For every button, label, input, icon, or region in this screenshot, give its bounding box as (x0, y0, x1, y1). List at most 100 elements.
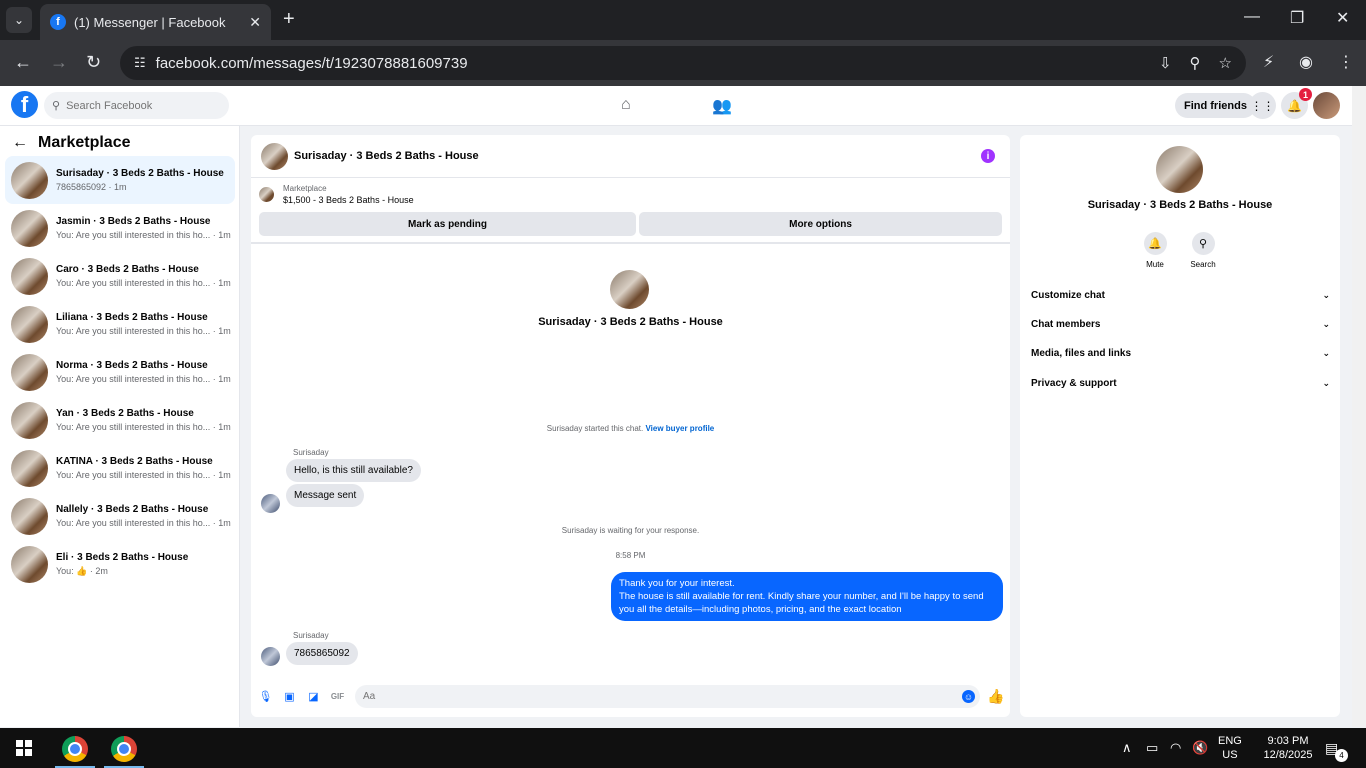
message-input[interactable] (355, 685, 980, 708)
conversation-item[interactable]: KATINA · 3 Beds 2 Baths - House You: Are … (5, 444, 235, 492)
avatar (11, 449, 48, 487)
install-app-icon[interactable]: ⇩ (1159, 54, 1172, 72)
friends-icon[interactable]: 👥 (712, 96, 732, 116)
message-bubble[interactable]: Hello, is this still available? (286, 459, 421, 482)
battery-icon[interactable]: ▭ (1146, 740, 1158, 756)
chrome-profile-app-icon[interactable] (111, 736, 137, 762)
conversation-name: Jasmin · 3 Beds 2 Baths - House (56, 216, 211, 227)
system-clock[interactable]: 9:03 PM 12/8/2025 (1258, 734, 1318, 762)
conversation-preview: You: Are you still interested in this ho… (56, 470, 231, 480)
avatar[interactable] (1156, 146, 1203, 193)
search-in-chat-button[interactable]: ⚲ Search (1183, 232, 1223, 269)
url-text[interactable]: facebook.com/messages/t/1923078881609739 (156, 55, 468, 72)
conversation-item[interactable]: Nallely · 3 Beds 2 Baths - House You: Are… (5, 492, 235, 540)
facebook-search-input[interactable] (66, 99, 217, 112)
section-label: Chat members (1031, 319, 1101, 330)
gif-icon[interactable]: GIF (331, 690, 344, 703)
back-icon[interactable]: ← (14, 52, 32, 73)
chat-title[interactable]: Surisaday · 3 Beds 2 Baths - House (294, 150, 479, 162)
sticker-icon[interactable]: ◪ (307, 690, 320, 703)
conversation-item[interactable]: Liliana · 3 Beds 2 Baths - House You: Are… (5, 300, 235, 348)
back-arrow-icon[interactable]: ← (12, 134, 28, 152)
search-icon: ⚲ (1191, 232, 1215, 255)
conversation-item[interactable]: Eli · 3 Beds 2 Baths - House You: 👍 · 2m (5, 540, 235, 588)
conversation-preview: You: Are you still interested in this ho… (56, 230, 231, 240)
avatar[interactable] (261, 494, 280, 513)
mute-button[interactable]: 🔔 Mute (1135, 232, 1175, 269)
tab-search-dropdown[interactable]: ⌄ (6, 7, 32, 33)
windows-start-icon[interactable] (16, 740, 32, 756)
tab-close-icon[interactable]: ✕ (249, 14, 261, 31)
chrome-app-icon[interactable] (62, 736, 88, 762)
browser-tab-bar: ⌄ f (1) Messenger | Facebook ✕ + — ❐ ✕ (0, 0, 1366, 40)
minimize-icon[interactable]: — (1244, 8, 1260, 26)
conversation-name: KATINA · 3 Beds 2 Baths - House (56, 456, 213, 467)
chat-members-section[interactable]: Chat members ⌄ (1031, 319, 1330, 330)
media-files-links-section[interactable]: Media, files and links ⌄ (1031, 348, 1330, 359)
tray-chevron-up-icon[interactable]: ∧ (1122, 740, 1132, 756)
message-bubble[interactable]: Message sent (286, 484, 365, 507)
avatar (11, 161, 48, 199)
divider (251, 242, 1010, 244)
chat-header: Surisaday · 3 Beds 2 Baths - House (251, 135, 1010, 178)
conversation-item[interactable]: Caro · 3 Beds 2 Baths - House You: Are yo… (5, 252, 235, 300)
forward-icon[interactable]: → (50, 52, 68, 73)
browser-tab[interactable]: f (1) Messenger | Facebook ✕ (40, 4, 271, 40)
menu-grid-icon[interactable]: ⋮⋮ (1249, 92, 1276, 119)
view-buyer-profile-link[interactable]: View buyer profile (645, 424, 714, 433)
listing-title: $1,500 - 3 Beds 2 Baths - House (283, 195, 414, 205)
bookmark-star-icon[interactable]: ☆ (1219, 54, 1232, 72)
conversation-name: Caro · 3 Beds 2 Baths - House (56, 264, 199, 275)
more-options-button[interactable]: More options (639, 212, 1002, 236)
message-bubble[interactable]: 7865865092 (286, 642, 358, 665)
microphone-icon[interactable]: 🎙 (259, 690, 273, 703)
new-tab-icon[interactable]: + (283, 8, 295, 31)
info-icon[interactable]: i (981, 149, 995, 163)
bell-icon: 🔔 (1143, 232, 1167, 255)
marketplace-listing[interactable]: Marketplace $1,500 - 3 Beds 2 Baths - Ho… (259, 184, 414, 205)
mute-label: Mute (1146, 260, 1164, 269)
customize-chat-section[interactable]: Customize chat ⌄ (1031, 290, 1330, 301)
menu-kebab-icon[interactable]: ⋮ (1338, 52, 1354, 72)
conversation-item[interactable]: Yan · 3 Beds 2 Baths - House You: Are you… (5, 396, 235, 444)
mark-as-pending-button[interactable]: Mark as pending (259, 212, 636, 236)
reload-icon[interactable]: ↻ (86, 52, 101, 73)
emoji-icon[interactable]: ☺ (962, 690, 975, 703)
avatar (11, 401, 48, 439)
zoom-icon[interactable]: ⚲ (1190, 54, 1201, 72)
outgoing-message-bubble[interactable]: Thank you for your interest. The house i… (611, 572, 1003, 621)
outgoing-message-line: Thank you for your interest. (619, 578, 735, 589)
conversation-preview: You: Are you still interested in this ho… (56, 374, 231, 384)
avatar[interactable] (610, 270, 649, 309)
message-timestamp: 8:58 PM (615, 551, 646, 560)
input-language[interactable]: ENG US (1218, 734, 1242, 762)
omnibox[interactable]: ☷ facebook.com/messages/t/19230788816097… (120, 46, 1246, 80)
conversation-item[interactable]: Surisaday · 3 Beds 2 Baths - House 786586… (5, 156, 235, 204)
find-friends-button[interactable]: Find friends (1175, 93, 1256, 118)
close-window-icon[interactable]: ✕ (1336, 8, 1349, 28)
account-avatar[interactable] (1313, 92, 1340, 119)
chevron-down-icon: ⌄ (1322, 290, 1330, 300)
sender-name: Surisaday (293, 448, 329, 457)
page-scrollbar[interactable] (1352, 86, 1366, 727)
conversation-item[interactable]: Jasmin · 3 Beds 2 Baths - House You: Are … (5, 204, 235, 252)
site-info-icon[interactable]: ☷ (134, 55, 146, 71)
facebook-logo-icon[interactable]: f (11, 91, 38, 118)
volume-muted-icon[interactable]: 🔇 (1192, 740, 1208, 756)
avatar (11, 209, 48, 247)
marketplace-conversation-list: ← Marketplace Surisaday · 3 Beds 2 Baths… (0, 126, 240, 727)
avatar (11, 257, 48, 295)
wifi-icon[interactable]: ◠ (1170, 740, 1181, 756)
conversation-preview: You: Are you still interested in this ho… (56, 518, 231, 528)
photo-icon[interactable]: ▣ (283, 690, 296, 703)
conversation-item[interactable]: Norma · 3 Beds 2 Baths - House You: Are y… (5, 348, 235, 396)
avatar[interactable] (261, 142, 288, 170)
privacy-support-section[interactable]: Privacy & support ⌄ (1031, 378, 1330, 389)
extension-icon[interactable]: ⚡ (1263, 52, 1274, 72)
home-icon[interactable]: ⌂ (621, 96, 631, 114)
profile-icon[interactable]: ◉ (1299, 52, 1313, 72)
like-thumb-icon[interactable]: 👍 (987, 688, 1004, 705)
facebook-search[interactable]: ⚲ (44, 92, 229, 119)
avatar[interactable] (261, 647, 280, 666)
restore-icon[interactable]: ❐ (1290, 8, 1304, 28)
